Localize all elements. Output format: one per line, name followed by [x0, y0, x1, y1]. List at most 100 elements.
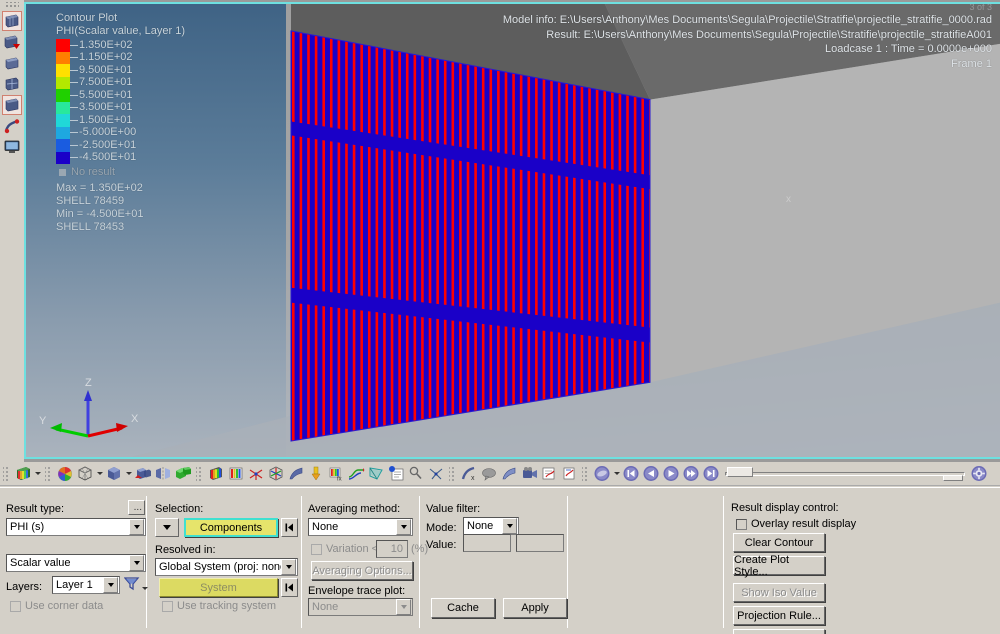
value-filter-input-a[interactable] — [463, 534, 511, 552]
layers-filter-caret[interactable] — [140, 578, 149, 598]
animate-icon[interactable] — [592, 464, 612, 484]
derived-result-icon[interactable]: x — [459, 464, 479, 484]
exploded-view-icon[interactable] — [173, 464, 193, 484]
layers-combo[interactable]: Layer 1 — [52, 576, 120, 594]
averaging-method-combo[interactable]: None — [308, 518, 413, 536]
laminate-stripe — [436, 58, 439, 418]
transient-icon[interactable] — [306, 464, 326, 484]
averaging-options-button[interactable]: Averaging Options... — [311, 561, 413, 580]
resolved-in-combo-arrow[interactable] — [281, 559, 296, 575]
value-filter-label: Value filter: — [426, 503, 481, 515]
viewport-canvas[interactable]: Contour Plot PHI(Scalar value, Layer 1) … — [24, 2, 1000, 459]
show-iso-value-button[interactable]: Show Iso Value — [733, 583, 825, 602]
linear-superposition-icon[interactable]: fx — [326, 464, 346, 484]
deformed-icon[interactable] — [286, 464, 306, 484]
toolbar-grip-1[interactable] — [3, 464, 10, 483]
cache-button[interactable]: Cache — [431, 598, 495, 618]
measure-icon[interactable] — [406, 464, 426, 484]
layers-combo-arrow[interactable] — [103, 577, 118, 593]
variation-value-input[interactable]: 10 — [376, 540, 408, 558]
camera-icon[interactable] — [539, 464, 559, 484]
page-layout-icon[interactable] — [2, 11, 22, 31]
envelope-trace-combo-arrow[interactable] — [396, 599, 411, 615]
slider-thumb[interactable] — [727, 466, 753, 477]
laminate-stripe — [595, 89, 599, 392]
tensor-plot-icon[interactable] — [266, 464, 286, 484]
video-icon[interactable] — [519, 464, 539, 484]
value-filter-mode-value: None — [467, 520, 494, 532]
last-frame-icon[interactable] — [701, 464, 721, 484]
tracking-icon[interactable] — [386, 464, 406, 484]
page-previous-icon[interactable] — [2, 53, 22, 73]
slider-thumb-secondary[interactable] — [943, 474, 963, 481]
system-reset-button[interactable] — [281, 578, 298, 597]
result-type-combo[interactable]: PHI (s) — [6, 518, 146, 536]
expand-icon[interactable] — [426, 464, 446, 484]
toolbar-grip[interactable] — [5, 2, 19, 9]
session-icon[interactable] — [2, 116, 22, 136]
deformed-shape-icon[interactable] — [499, 464, 519, 484]
toolbar-grip-5[interactable] — [582, 464, 589, 483]
section-cut-icon[interactable] — [366, 464, 386, 484]
animation-settings-icon[interactable] — [969, 464, 989, 484]
shrink-elements-icon[interactable] — [133, 464, 153, 484]
overlay-result-display-label: Overlay result display — [751, 518, 857, 530]
apply-button[interactable]: Apply — [503, 598, 567, 618]
next-frame-icon[interactable] — [681, 464, 701, 484]
play-icon[interactable] — [661, 464, 681, 484]
variation-checkbox[interactable]: Variation < — [311, 543, 378, 555]
overlay-result-display-box — [736, 518, 747, 530]
contour-icon[interactable] — [206, 464, 226, 484]
system-button[interactable]: System — [159, 578, 278, 597]
toolbar-grip-3[interactable] — [196, 464, 203, 483]
laminate-stripe — [360, 44, 363, 430]
resolved-in-label: Resolved in: — [155, 544, 216, 556]
solid-cube-icon[interactable] — [104, 464, 124, 484]
value-filter-mode-arrow[interactable] — [502, 518, 517, 534]
resolved-in-combo[interactable]: Global System (proj: none) — [155, 558, 298, 576]
result-type-combo-arrow[interactable] — [129, 519, 144, 535]
value-filter-value-label: Value: — [426, 539, 457, 551]
mirror-icon[interactable] — [153, 464, 173, 484]
mesh-cube-icon[interactable] — [75, 464, 95, 484]
first-frame-icon[interactable] — [621, 464, 641, 484]
result-type-browse-button[interactable]: ... — [128, 500, 145, 515]
value-filter-mode-combo[interactable]: None — [463, 517, 519, 535]
report-icon[interactable] — [559, 464, 579, 484]
display-icon[interactable] — [2, 137, 22, 157]
result-component-combo[interactable]: Scalar value — [6, 554, 146, 572]
query-results-button[interactable]: Query Results... — [733, 629, 825, 634]
solid-dropdown-caret[interactable] — [124, 464, 133, 484]
iso-value-icon[interactable] — [226, 464, 246, 484]
create-plot-style-button[interactable]: Create Plot Style... — [733, 554, 825, 578]
selection-dropdown-button[interactable] — [155, 518, 179, 537]
color-wheel-icon[interactable] — [55, 464, 75, 484]
page-current-icon[interactable] — [2, 95, 22, 115]
averaging-method-combo-arrow[interactable] — [396, 519, 411, 535]
toolbar-grip-4[interactable] — [449, 464, 456, 483]
toolbar-grip-2[interactable] — [45, 464, 52, 483]
svg-text:fx: fx — [337, 477, 342, 482]
selection-reset-button[interactable] — [281, 518, 298, 537]
use-corner-data-checkbox[interactable]: Use corner data — [10, 600, 103, 612]
previous-frame-icon[interactable] — [641, 464, 661, 484]
projection-rule-button[interactable]: Projection Rule... — [733, 606, 825, 625]
value-filter-input-b[interactable] — [516, 534, 564, 552]
use-tracking-system-checkbox[interactable]: Use tracking system — [162, 600, 276, 612]
contour-dropdown-caret[interactable] — [33, 464, 42, 484]
contour-plot-icon[interactable] — [13, 464, 33, 484]
animate-dropdown-caret[interactable] — [612, 464, 621, 484]
clear-contour-button[interactable]: Clear Contour — [733, 533, 825, 552]
stream-lines-icon[interactable] — [346, 464, 366, 484]
result-component-combo-arrow[interactable] — [129, 555, 144, 571]
page-window-icon[interactable] — [2, 74, 22, 94]
overlay-result-display-checkbox[interactable]: Overlay result display — [736, 518, 856, 530]
use-corner-data-box — [10, 600, 21, 612]
animation-slider[interactable] — [725, 466, 965, 481]
note-icon[interactable] — [479, 464, 499, 484]
vector-plot-icon[interactable] — [246, 464, 266, 484]
mesh-dropdown-caret[interactable] — [95, 464, 104, 484]
envelope-trace-combo[interactable]: None — [308, 598, 413, 616]
page-delete-icon[interactable] — [2, 32, 22, 52]
components-button[interactable]: Components — [184, 518, 278, 537]
